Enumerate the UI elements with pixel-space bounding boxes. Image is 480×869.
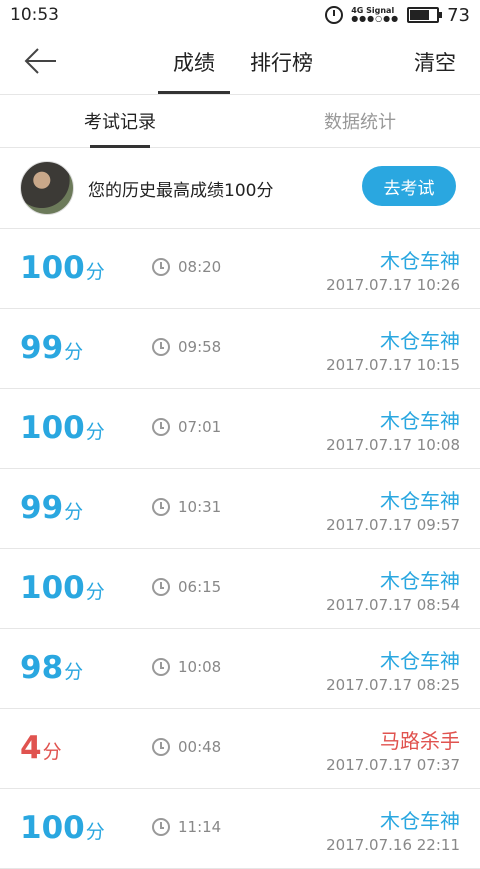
battery-percent: 73 [447, 4, 470, 26]
clock-icon [152, 498, 170, 516]
record-score: 100 分 [20, 411, 105, 445]
record-duration: 07:01 [152, 418, 221, 436]
score-unit: 分 [85, 581, 105, 603]
clock-icon [152, 578, 170, 596]
duration-value: 10:08 [178, 658, 222, 676]
status-bar: 10:53 4G Signal ●●●○●● 73 [0, 0, 480, 30]
duration-value: 07:01 [178, 418, 222, 436]
record-title: 木仓车神 [380, 569, 460, 593]
score-value: 99 [20, 490, 64, 526]
clock-icon [152, 658, 170, 676]
record-duration: 10:31 [152, 498, 221, 516]
record-row[interactable]: 99 分 09:58 木仓车神 2017.07.17 10:15 [0, 309, 480, 389]
score-value: 99 [20, 330, 64, 366]
score-value: 100 [20, 250, 85, 286]
status-time: 10:53 [10, 5, 59, 25]
score-unit: 分 [85, 261, 105, 283]
duration-value: 00:48 [178, 738, 222, 756]
duration-value: 10:31 [178, 498, 222, 516]
clock-icon [152, 818, 170, 836]
record-title: 木仓车神 [380, 809, 460, 833]
record-time: 2017.07.17 10:08 [326, 436, 460, 454]
record-time: 2017.07.17 07:37 [326, 756, 460, 774]
best-score-text: 您的历史最高成绩100分 [88, 180, 274, 201]
record-row[interactable]: 4 分 00:48 马路杀手 2017.07.17 07:37 [0, 709, 480, 789]
score-unit: 分 [64, 501, 84, 523]
status-icons: 4G Signal ●●●○●● 73 [325, 5, 470, 26]
record-duration: 08:20 [152, 258, 221, 276]
score-value: 100 [20, 810, 85, 846]
record-title: 木仓车神 [380, 409, 460, 433]
score-value: 100 [20, 410, 85, 446]
arrow-left-icon [24, 48, 56, 74]
score-unit: 分 [64, 341, 84, 363]
tab-data-stats-label: 数据统计 [324, 112, 396, 133]
record-row[interactable]: 98 分 10:08 木仓车神 2017.07.17 08:25 [0, 629, 480, 709]
record-time: 2017.07.17 08:54 [326, 596, 460, 614]
record-score: 100 分 [20, 571, 105, 605]
score-value: 100 [20, 570, 85, 606]
duration-value: 11:14 [178, 818, 222, 836]
alarm-icon [325, 6, 344, 24]
tab-exam-records-label: 考试记录 [84, 112, 156, 133]
record-time: 2017.07.17 09:57 [326, 516, 460, 534]
record-score: 4分 [20, 731, 62, 765]
score-value: 4 [20, 730, 42, 766]
record-row[interactable]: 100 分 11:14 木仓车神 2017.07.16 22:11 [0, 789, 480, 869]
record-row[interactable]: 100 分 06:15 木仓车神 2017.07.17 08:54 [0, 549, 480, 629]
record-title: 木仓车神 [380, 649, 460, 673]
score-unit: 分 [85, 421, 105, 443]
nav-tabs: 成绩 排行榜 [150, 30, 325, 94]
score-unit: 分 [64, 661, 84, 683]
record-title: 木仓车神 [380, 489, 460, 513]
clear-button[interactable]: 清空 [414, 30, 456, 94]
clock-icon [152, 258, 170, 276]
record-duration: 10:08 [152, 658, 221, 676]
tab-data-stats[interactable]: 数据统计 [240, 95, 480, 147]
duration-value: 06:15 [178, 578, 222, 596]
go-exam-button[interactable]: 去考试 [362, 166, 456, 206]
record-duration: 09:58 [152, 338, 221, 356]
record-time: 2017.07.17 10:26 [326, 276, 460, 294]
tab-scores-label: 成绩 [173, 51, 215, 75]
record-score: 99 分 [20, 491, 83, 525]
clock-icon [152, 738, 170, 756]
score-value: 98 [20, 650, 64, 686]
record-duration: 00:48 [152, 738, 221, 756]
score-unit: 分 [85, 821, 105, 843]
back-button[interactable] [22, 44, 62, 78]
tab-exam-records[interactable]: 考试记录 [0, 95, 240, 148]
tab-leaderboard[interactable]: 排行榜 [238, 30, 325, 94]
record-score: 98 分 [20, 651, 83, 685]
duration-value: 08:20 [178, 258, 222, 276]
battery-icon [407, 7, 443, 23]
record-duration: 06:15 [152, 578, 221, 596]
record-title: 木仓车神 [380, 329, 460, 353]
top-nav: 成绩 排行榜 清空 [0, 30, 480, 95]
sub-tabs: 考试记录 数据统计 [0, 95, 480, 148]
record-row[interactable]: 100 分 07:01 木仓车神 2017.07.17 10:08 [0, 389, 480, 469]
clock-icon [152, 418, 170, 436]
record-score: 100 分 [20, 811, 105, 845]
score-unit: 分 [42, 741, 62, 763]
record-time: 2017.07.17 08:25 [326, 676, 460, 694]
record-time: 2017.07.17 10:15 [326, 356, 460, 374]
record-list: 100 分 08:20 木仓车神 2017.07.17 10:26 99 分 09:58 木仓车… [0, 229, 480, 869]
record-title: 马路杀手 [380, 729, 460, 753]
battery-fill [410, 10, 430, 20]
record-title: 木仓车神 [380, 249, 460, 273]
tab-leaderboard-label: 排行榜 [250, 51, 313, 75]
record-row[interactable]: 99 分 10:31 木仓车神 2017.07.17 09:57 [0, 469, 480, 549]
record-score: 99 分 [20, 331, 83, 365]
record-time: 2017.07.16 22:11 [326, 836, 460, 854]
signal-icon: 4G Signal ●●●○●● [351, 6, 400, 23]
profile-row: 您的历史最高成绩100分 去考试 [0, 148, 480, 229]
tab-scores[interactable]: 成绩 [150, 30, 238, 94]
record-duration: 11:14 [152, 818, 221, 836]
clock-icon [152, 338, 170, 356]
duration-value: 09:58 [178, 338, 222, 356]
record-row[interactable]: 100 分 08:20 木仓车神 2017.07.17 10:26 [0, 229, 480, 309]
record-score: 100 分 [20, 251, 105, 285]
avatar[interactable] [20, 161, 74, 215]
